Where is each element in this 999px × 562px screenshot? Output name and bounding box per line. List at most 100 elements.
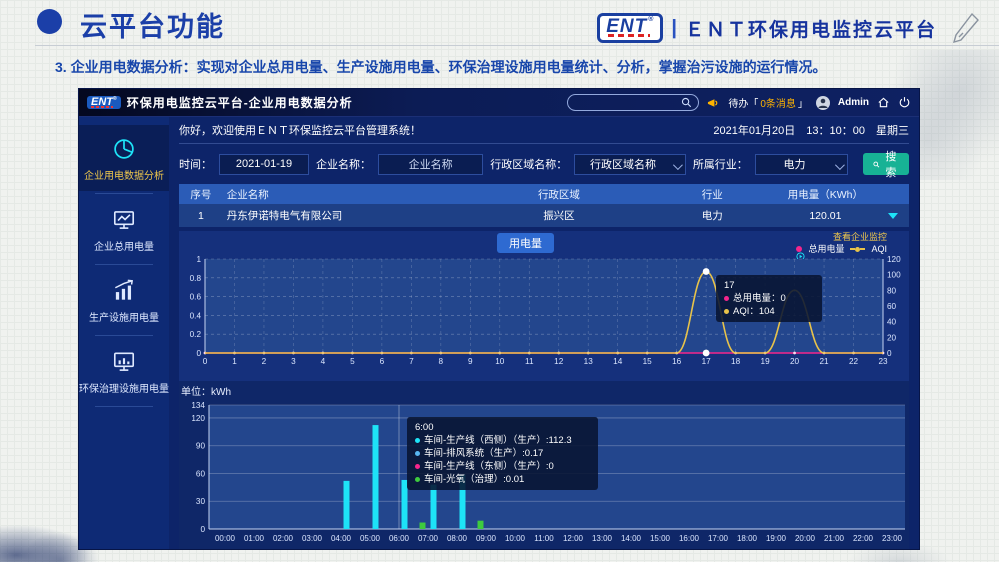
svg-text:7: 7	[409, 357, 414, 366]
sidebar-item-label: 生产设施用电量	[89, 309, 159, 324]
region-select[interactable]: 行政区域名称	[574, 154, 686, 175]
power-icon[interactable]	[898, 96, 911, 109]
svg-text:13:00: 13:00	[592, 534, 613, 543]
svg-text:1: 1	[196, 255, 201, 264]
pen-icon	[951, 11, 981, 45]
table-row[interactable]: 1 丹东伊诺特电气有限公司 振兴区 电力 120.01	[179, 204, 909, 227]
cell-company: 丹东伊诺特电气有限公司	[223, 208, 468, 223]
svg-text:21: 21	[819, 357, 829, 366]
search-icon	[681, 97, 692, 108]
svg-text:18: 18	[731, 357, 741, 366]
svg-text:12: 12	[554, 357, 564, 366]
table-header-row: 序号 企业名称 行政区域 行业 用电量（KWh）	[179, 184, 909, 204]
svg-text:17: 17	[702, 357, 712, 366]
megaphone-icon[interactable]	[707, 97, 720, 109]
svg-text:13: 13	[584, 357, 594, 366]
app-title: 环保用电监控云平台-企业用电数据分析	[127, 94, 353, 111]
svg-text:0: 0	[200, 525, 205, 534]
svg-text:14: 14	[613, 357, 623, 366]
svg-text:12:00: 12:00	[563, 534, 584, 543]
svg-text:16:00: 16:00	[679, 534, 700, 543]
sidebar-divider	[95, 264, 153, 265]
svg-text:0.8: 0.8	[190, 274, 202, 283]
sidebar-divider	[95, 406, 153, 407]
svg-text:90: 90	[196, 442, 206, 451]
col-region: 行政区域	[468, 187, 651, 202]
series-dot	[415, 477, 420, 482]
svg-text:09:00: 09:00	[476, 534, 497, 543]
logo-stripes	[608, 34, 650, 37]
cell-region: 振兴区	[468, 208, 651, 223]
page-title: 云平台功能	[80, 5, 225, 44]
view-monitor-link[interactable]: 查看企业监控	[833, 232, 887, 242]
sidebar-divider	[95, 335, 153, 336]
brand-name: ＥＮＴ环保用电监控云平台	[685, 15, 937, 42]
bar-chart-monitor-icon	[111, 349, 137, 375]
svg-text:11:00: 11:00	[534, 534, 554, 543]
svg-text:5: 5	[350, 357, 355, 366]
datetime-text: 2021年01月20日 13：10：00 星期三	[713, 122, 909, 138]
svg-text:0: 0	[196, 349, 201, 358]
sidebar-item-label: 企业用电数据分析	[84, 167, 164, 182]
home-icon[interactable]	[877, 96, 890, 109]
svg-text:10:00: 10:00	[505, 534, 526, 543]
sidebar-item-production-power[interactable]: 生产设施用电量	[79, 267, 169, 333]
chevron-down-icon	[835, 160, 845, 170]
welcome-bar: 你好，欢迎使用ＥＮＴ环保监控云平台管理系统！ 2021年01月20日 13：10…	[179, 117, 909, 144]
svg-text:100: 100	[887, 271, 901, 280]
todo-count: 0条消息	[760, 95, 796, 110]
line-chart-toolbar: 用电量 查看企业监控 总用电量 AQI	[179, 233, 909, 251]
svg-text:60: 60	[887, 302, 897, 311]
series-dot	[415, 451, 420, 456]
search-button[interactable]: 搜索	[863, 153, 909, 175]
company-table: 序号 企业名称 行政区域 行业 用电量（KWh） 1 丹东伊诺特电气有限公司 振…	[179, 184, 909, 229]
expand-row-button[interactable]	[876, 210, 909, 222]
sidebar-item-treatment-power[interactable]: 环保治理设施用电量	[79, 338, 169, 404]
sidebar-item-power-data-analysis[interactable]: 企业用电数据分析	[79, 125, 169, 191]
svg-text:22:00: 22:00	[853, 534, 874, 543]
svg-text:20: 20	[887, 333, 897, 342]
svg-text:3: 3	[291, 357, 296, 366]
series-dot	[724, 296, 729, 301]
company-filter-input[interactable]: 企业名称	[378, 154, 483, 175]
svg-text:17:00: 17:00	[708, 534, 729, 543]
user-icon	[817, 97, 829, 109]
app-body: 企业用电数据分析 企业总用电量 生产设施用电量 环保治理设施用电量	[79, 117, 919, 549]
col-company: 企业名称	[223, 187, 468, 202]
svg-text:08:00: 08:00	[447, 534, 468, 543]
svg-text:14:00: 14:00	[621, 534, 642, 543]
todo-badge[interactable]: 待办「 0条消息 」	[728, 95, 808, 110]
svg-text:01:00: 01:00	[244, 534, 265, 543]
main-content: 你好，欢迎使用ＥＮＴ环保监控云平台管理系统！ 2021年01月20日 13：10…	[169, 117, 919, 549]
svg-text:0: 0	[887, 349, 892, 358]
series-dot	[415, 438, 420, 443]
line-chart-panel: 用电量 查看企业监控 总用电量 AQI	[179, 231, 909, 381]
avatar[interactable]	[816, 96, 830, 110]
app-logo-stripes	[91, 106, 113, 108]
time-filter-input[interactable]: 2021-01-19	[219, 154, 309, 175]
search-input[interactable]	[567, 94, 699, 111]
svg-text:16: 16	[672, 357, 682, 366]
svg-text:07:00: 07:00	[418, 534, 439, 543]
sidebar-item-total-power[interactable]: 企业总用电量	[79, 196, 169, 262]
bullet-circle	[37, 9, 62, 34]
slide-canvas: 云平台功能 ENT® | ＥＮＴ环保用电监控云平台 3. 企业用电数据分析：实现…	[0, 0, 999, 562]
svg-text:19:00: 19:00	[766, 534, 787, 543]
industry-select[interactable]: 电力	[755, 154, 848, 175]
industry-filter-label: 所属行业：	[693, 156, 748, 172]
brand-area: ENT® | ＥＮＴ环保用电监控云平台	[597, 11, 981, 45]
cell-index: 1	[179, 210, 223, 222]
col-power: 用电量（KWh）	[774, 187, 876, 202]
app-window: ENT® 环保用电监控云平台-企业用电数据分析 待办「 0条消息 」 Admin	[78, 88, 920, 550]
slide-subtitle: 3. 企业用电数据分析：实现对企业总用电量、生产设施用电量、环保治理设施用电量统…	[55, 57, 827, 77]
svg-text:0.2: 0.2	[190, 330, 202, 339]
cell-power: 120.01	[774, 210, 876, 222]
svg-text:21:00: 21:00	[824, 534, 845, 543]
user-name[interactable]: Admin	[838, 97, 869, 108]
svg-text:20:00: 20:00	[795, 534, 816, 543]
svg-text:120: 120	[887, 255, 901, 264]
sidebar-item-label: 环保治理设施用电量	[79, 380, 169, 395]
svg-text:6: 6	[380, 357, 385, 366]
slide-header: 云平台功能 ENT® | ＥＮＴ环保用电监控云平台	[0, 0, 999, 46]
power-tab-button[interactable]: 用电量	[497, 233, 554, 253]
